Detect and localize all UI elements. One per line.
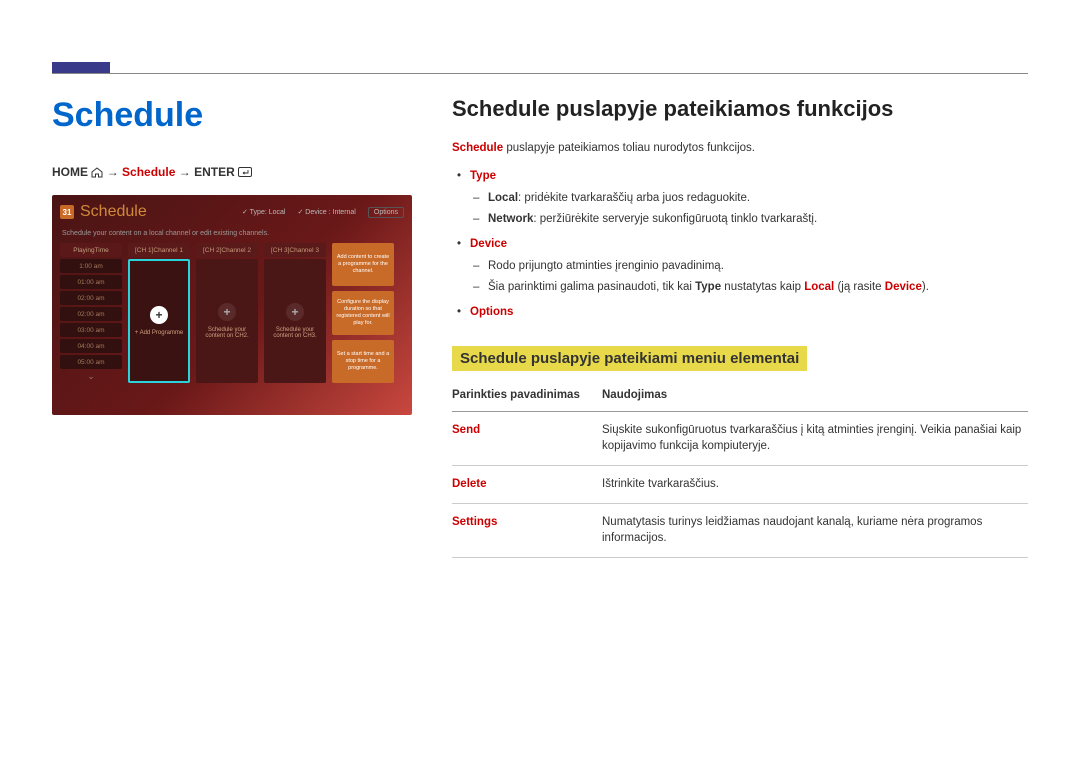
device-note: Šia parinktimi galima pasinaudoti, tik k… bbox=[488, 279, 1028, 297]
subsection-heading: Schedule puslapyje pateikiami meniu elem… bbox=[452, 346, 807, 371]
sc-time-row: 01:00 am bbox=[60, 275, 122, 289]
sc-time-row: 02:00 am bbox=[60, 291, 122, 305]
sc-title: Schedule bbox=[80, 203, 147, 221]
device-note-post1: (ją rasite bbox=[834, 281, 885, 293]
table-row: Settings Numatytasis turinys leidžiamas … bbox=[452, 503, 1028, 557]
sc-channel-2: [CH 2]Channel 2 + Schedule your content … bbox=[196, 243, 258, 383]
table-row: Delete Ištrinkite tvarkaraščius. bbox=[452, 466, 1028, 504]
sc-subtitle: Schedule your content on a local channel… bbox=[60, 227, 404, 243]
sc-tile-label: Schedule your content on CH2. bbox=[196, 327, 258, 339]
enter-icon bbox=[238, 167, 252, 181]
sc-meta-type: Type: Local bbox=[242, 208, 286, 216]
header-accent-bar bbox=[52, 62, 110, 73]
opt-name-send: Send bbox=[452, 411, 602, 465]
sc-time-row: 02:00 am bbox=[60, 307, 122, 321]
opt-desc-send: Siųskite sukonfigūruotus tvarkaraščius į… bbox=[602, 411, 1028, 465]
intro-text: puslapyje pateikiamos toliau nurodytos f… bbox=[503, 142, 755, 154]
plus-icon: + bbox=[218, 303, 236, 321]
breadcrumb-arrow-2: → bbox=[179, 165, 191, 179]
sc-times-header: PlayingTime bbox=[60, 243, 122, 257]
sc-meta-options: Options bbox=[368, 207, 404, 218]
sc-time-row: 05:00 am bbox=[60, 355, 122, 369]
sc-channel-1: [CH 1]Channel 1 + + Add Programme bbox=[128, 243, 190, 383]
opt-name-delete: Delete bbox=[452, 466, 602, 504]
sc-channel-tile: + Schedule your content on CH3. bbox=[264, 259, 326, 383]
sc-side-tip: Set a start time and a stop time for a p… bbox=[332, 340, 394, 383]
th-usage: Naudojimas bbox=[602, 381, 1028, 412]
opt-desc-settings: Numatytasis turinys leidžiamas naudojant… bbox=[602, 503, 1028, 557]
section-heading: Schedule puslapyje pateikiamos funkcijos bbox=[452, 96, 1028, 122]
device-note-type: Type bbox=[695, 281, 721, 293]
feature-device: Device Rodo prijungto atminties įrengini… bbox=[470, 235, 1028, 297]
schedule-screenshot: 31 Schedule Type: Local Device : Interna… bbox=[52, 195, 412, 415]
sc-tile-label: + Add Programme bbox=[131, 330, 188, 336]
calendar-icon: 31 bbox=[60, 205, 74, 219]
options-table: Parinkties pavadinimas Naudojimas Send S… bbox=[452, 381, 1028, 558]
breadcrumb-schedule: Schedule bbox=[122, 165, 175, 179]
chevron-down-icon: ⌄ bbox=[60, 371, 122, 383]
opt-desc-delete: Ištrinkite tvarkaraščius. bbox=[602, 466, 1028, 504]
intro-line: Schedule puslapyje pateikiamos toliau nu… bbox=[452, 140, 1028, 157]
plus-icon: + bbox=[150, 306, 168, 324]
th-option-name: Parinkties pavadinimas bbox=[452, 381, 602, 412]
sc-tile-label: Schedule your content on CH3. bbox=[264, 327, 326, 339]
feature-type-label: Type bbox=[470, 170, 496, 182]
home-icon bbox=[91, 167, 103, 181]
device-note-mid: nustatytas kaip bbox=[721, 281, 804, 293]
sc-channel-3: [CH 3]Channel 3 + Schedule your content … bbox=[264, 243, 326, 383]
breadcrumb-enter: ENTER bbox=[194, 165, 235, 179]
sc-side-tip: Configure the display duration so that r… bbox=[332, 291, 394, 334]
feature-type: Type Local: pridėkite tvarkaraščių arba … bbox=[470, 167, 1028, 229]
sc-side-tip: Add content to create a programme for th… bbox=[332, 243, 394, 286]
type-local-label: Local bbox=[488, 192, 518, 204]
type-network-label: Network bbox=[488, 213, 533, 225]
device-note-post2: ). bbox=[922, 281, 929, 293]
feature-options-label: Options bbox=[470, 306, 513, 318]
sc-channel-header: [CH 3]Channel 3 bbox=[264, 243, 326, 257]
opt-name-settings: Settings bbox=[452, 503, 602, 557]
breadcrumb: HOME → Schedule → ENTER bbox=[52, 165, 412, 181]
intro-schedule: Schedule bbox=[452, 142, 503, 154]
type-local-text: : pridėkite tvarkaraščių arba juos redag… bbox=[518, 192, 750, 204]
device-line1: Rodo prijungto atminties įrenginio pavad… bbox=[488, 258, 1028, 276]
sc-channels: [CH 1]Channel 1 + + Add Programme [CH 2]… bbox=[128, 243, 326, 383]
sc-channel-tile-selected: + + Add Programme bbox=[128, 259, 190, 383]
sc-times-col: PlayingTime 1:00 am 01:00 am 02:00 am 02… bbox=[60, 243, 122, 383]
feature-device-label: Device bbox=[470, 238, 507, 250]
type-local: Local: pridėkite tvarkaraščių arba juos … bbox=[488, 190, 1028, 208]
sc-meta: Type: Local Device : Internal Options bbox=[242, 207, 404, 218]
sc-channel-tile: + Schedule your content on CH2. bbox=[196, 259, 258, 383]
device-note-local: Local bbox=[804, 281, 834, 293]
sc-header: 31 Schedule Type: Local Device : Interna… bbox=[60, 203, 404, 227]
breadcrumb-arrow-1: → bbox=[107, 165, 119, 179]
left-column: Schedule HOME → Schedule → ENTER 31 Sche… bbox=[52, 96, 412, 415]
sc-body: PlayingTime 1:00 am 01:00 am 02:00 am 02… bbox=[60, 243, 404, 383]
header-divider bbox=[52, 73, 1028, 74]
feature-list: Type Local: pridėkite tvarkaraščių arba … bbox=[452, 167, 1028, 321]
sc-time-row: 04:00 am bbox=[60, 339, 122, 353]
breadcrumb-home: HOME bbox=[52, 165, 88, 179]
plus-icon: + bbox=[286, 303, 304, 321]
sc-meta-device: Device : Internal bbox=[297, 208, 355, 216]
sc-channel-header: [CH 1]Channel 1 bbox=[128, 243, 190, 257]
sc-time-row: 1:00 am bbox=[60, 259, 122, 273]
type-network-text: : peržiūrėkite serveryje sukonfigūruotą … bbox=[533, 213, 817, 225]
table-row: Send Siųskite sukonfigūruotus tvarkarašč… bbox=[452, 411, 1028, 465]
sc-channel-header: [CH 2]Channel 2 bbox=[196, 243, 258, 257]
type-network: Network: peržiūrėkite serveryje sukonfig… bbox=[488, 211, 1028, 229]
device-note-pre: Šia parinktimi galima pasinaudoti, tik k… bbox=[488, 281, 695, 293]
device-sublist: Rodo prijungto atminties įrenginio pavad… bbox=[470, 258, 1028, 298]
right-column: Schedule puslapyje pateikiamos funkcijos… bbox=[452, 96, 1028, 558]
type-sublist: Local: pridėkite tvarkaraščių arba juos … bbox=[470, 190, 1028, 230]
device-note-device: Device bbox=[885, 281, 922, 293]
page-title-left: Schedule bbox=[52, 96, 412, 135]
sc-time-row: 03:00 am bbox=[60, 323, 122, 337]
feature-options: Options bbox=[470, 303, 1028, 321]
sc-side-tips: Add content to create a programme for th… bbox=[332, 243, 394, 383]
